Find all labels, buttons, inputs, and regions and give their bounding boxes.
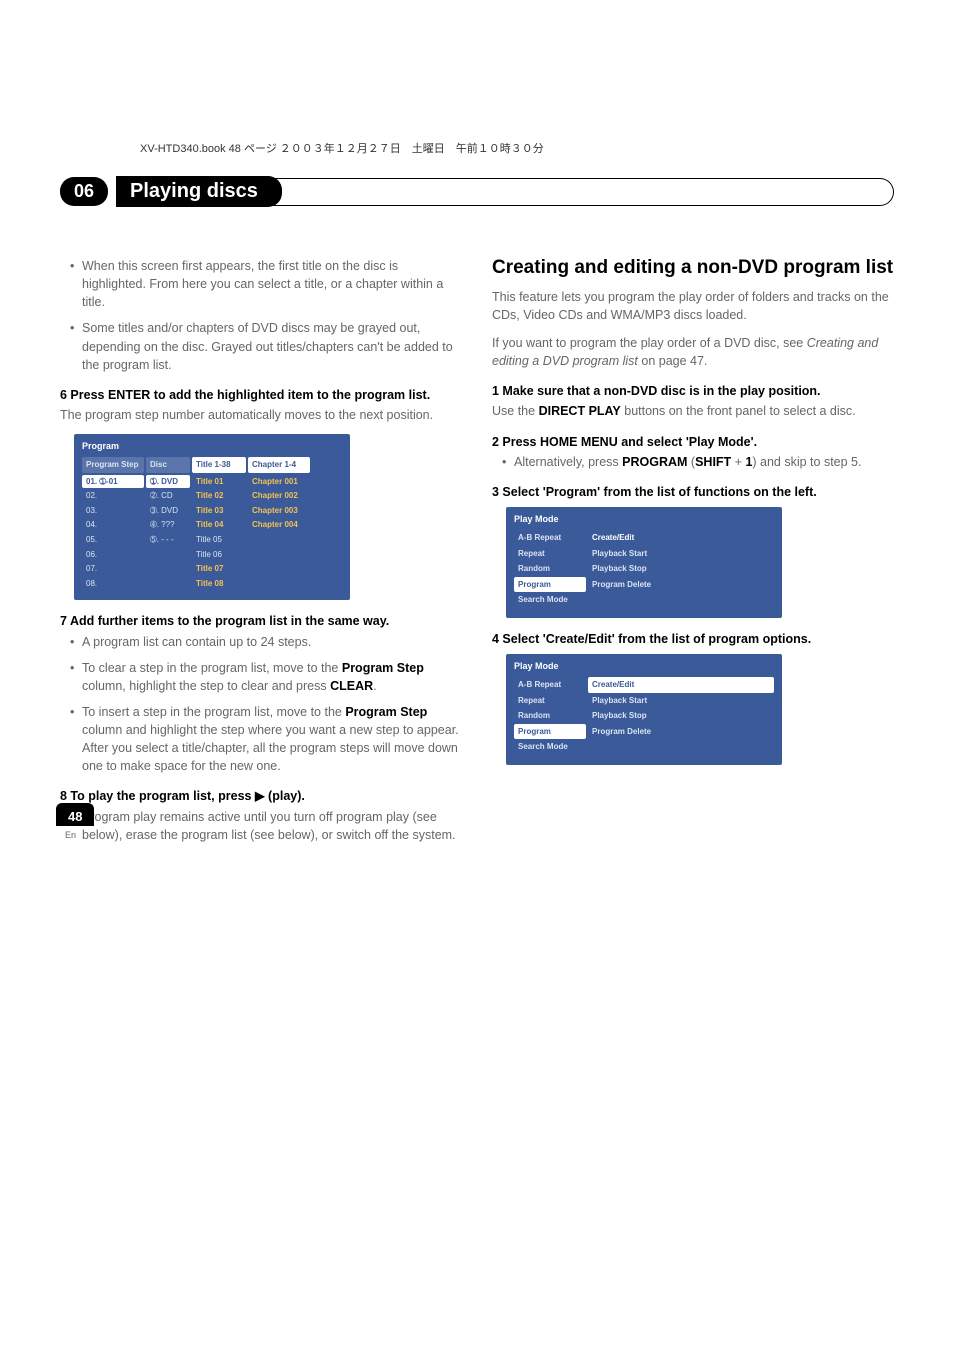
menu-item-selected: Program	[514, 724, 586, 740]
cell: 01. ➀-01	[82, 475, 144, 489]
step-8-bullets: Program play remains active until you tu…	[70, 808, 462, 844]
page: XV-HTD340.book 48 ページ ２００３年１２月２７日 土曜日 午前…	[0, 0, 954, 914]
step-2-bullets: Alternatively, press PROGRAM (SHIFT + 1)…	[502, 453, 894, 471]
cell: 07.	[82, 562, 144, 576]
step-7-bullets: A program list can contain up to 24 step…	[70, 633, 462, 776]
option: Playback Stop	[588, 561, 774, 577]
bullet: A program list can contain up to 24 step…	[70, 633, 462, 651]
cell: Title 08	[192, 577, 246, 591]
menu-item: Repeat	[514, 693, 586, 709]
play-mode-ui-2: Play Mode A-B Repeat Repeat Random Progr…	[506, 654, 782, 765]
menu-item: Repeat	[514, 546, 586, 562]
option: Playback Start	[588, 546, 774, 562]
cell: Title 07	[192, 562, 246, 576]
cell: 08.	[82, 577, 144, 591]
left-column: When this screen first appears, the firs…	[60, 257, 462, 854]
cell: ➀. DVD	[146, 475, 190, 489]
book-header: XV-HTD340.book 48 ページ ２００３年１２月２７日 土曜日 午前…	[140, 140, 894, 156]
page-number-badge: 48	[56, 803, 94, 826]
step-8-heading: 8 To play the program list, press ▶ (pla…	[60, 787, 462, 805]
content-columns: When this screen first appears, the firs…	[60, 257, 894, 854]
cell: 03.	[82, 504, 144, 518]
ui-title: Program	[82, 440, 342, 453]
col-header: Chapter 1-4	[248, 457, 310, 473]
cell: ➁. CD	[146, 489, 190, 503]
cell: Chapter 002	[248, 489, 310, 503]
menu-item: Random	[514, 561, 586, 577]
bullet: Program play remains active until you tu…	[70, 808, 462, 844]
cell: Title 01	[192, 475, 246, 489]
option: Playback Stop	[588, 708, 774, 724]
step-7-heading: 7 Add further items to the program list …	[60, 612, 462, 630]
cell: Chapter 004	[248, 518, 310, 532]
col-header: Title 1-38	[192, 457, 246, 473]
option: Playback Start	[588, 693, 774, 709]
step-4-heading: 4 Select 'Create/Edit' from the list of …	[492, 630, 894, 648]
menu-item: Search Mode	[514, 739, 586, 755]
ui-title: Play Mode	[514, 660, 774, 673]
cell: 05.	[82, 533, 144, 547]
program-table-ui: Program Program Step 01. ➀-01 02. 03. 04…	[74, 434, 350, 600]
menu-item: Search Mode	[514, 592, 586, 608]
cell: Title 05	[192, 533, 246, 547]
cell: Title 06	[192, 548, 246, 562]
cell: ➃. ???	[146, 518, 190, 532]
option: Program Delete	[588, 724, 774, 740]
menu-item: Random	[514, 708, 586, 724]
ui-title: Play Mode	[514, 513, 774, 526]
chapter-number-badge: 06	[60, 177, 108, 206]
bullet: Alternatively, press PROGRAM (SHIFT + 1)…	[502, 453, 894, 471]
bullet: When this screen first appears, the firs…	[70, 257, 462, 311]
bullet: Some titles and/or chapters of DVD discs…	[70, 319, 462, 373]
title-bar-tail	[268, 178, 894, 206]
col-header: Disc	[146, 457, 190, 473]
option-selected: Create/Edit	[588, 677, 774, 693]
page-lang: En	[65, 830, 76, 840]
program-table: Program Step 01. ➀-01 02. 03. 04. 05. 06…	[82, 457, 342, 590]
cell: Chapter 001	[248, 475, 310, 489]
intro-text-2: If you want to program the play order of…	[492, 334, 894, 370]
step-1-text: Use the DIRECT PLAY buttons on the front…	[492, 402, 894, 420]
cell: Title 04	[192, 518, 246, 532]
bullet: To insert a step in the program list, mo…	[70, 703, 462, 776]
col-header: Program Step	[82, 457, 144, 473]
cell: Title 02	[192, 489, 246, 503]
cell: ➂. DVD	[146, 504, 190, 518]
cell: ➄. - - -	[146, 533, 190, 547]
menu-item: A-B Repeat	[514, 530, 586, 546]
intro-bullets: When this screen first appears, the firs…	[70, 257, 462, 374]
section-heading: Creating and editing a non-DVD program l…	[492, 257, 894, 280]
bullet: To clear a step in the program list, mov…	[70, 659, 462, 695]
cell: Title 03	[192, 504, 246, 518]
cell: 02.	[82, 489, 144, 503]
chapter-title-bar: 06 Playing discs	[60, 176, 894, 207]
cell: 04.	[82, 518, 144, 532]
step-3-heading: 3 Select 'Program' from the list of func…	[492, 483, 894, 501]
menu-item: A-B Repeat	[514, 677, 586, 693]
step-2-heading: 2 Press HOME MENU and select 'Play Mode'…	[492, 433, 894, 451]
intro-text: This feature lets you program the play o…	[492, 288, 894, 324]
option: Create/Edit	[588, 530, 774, 546]
right-column: Creating and editing a non-DVD program l…	[492, 257, 894, 854]
step-1-heading: 1 Make sure that a non-DVD disc is in th…	[492, 382, 894, 400]
option: Program Delete	[588, 577, 774, 593]
cell: 06.	[82, 548, 144, 562]
step-6-heading: 6 Press ENTER to add the highlighted ite…	[60, 386, 462, 404]
cell: Chapter 003	[248, 504, 310, 518]
step-6-text: The program step number automatically mo…	[60, 406, 462, 424]
play-mode-ui-1: Play Mode A-B Repeat Repeat Random Progr…	[506, 507, 782, 618]
chapter-title: Playing discs	[116, 176, 282, 207]
menu-item-selected: Program	[514, 577, 586, 593]
